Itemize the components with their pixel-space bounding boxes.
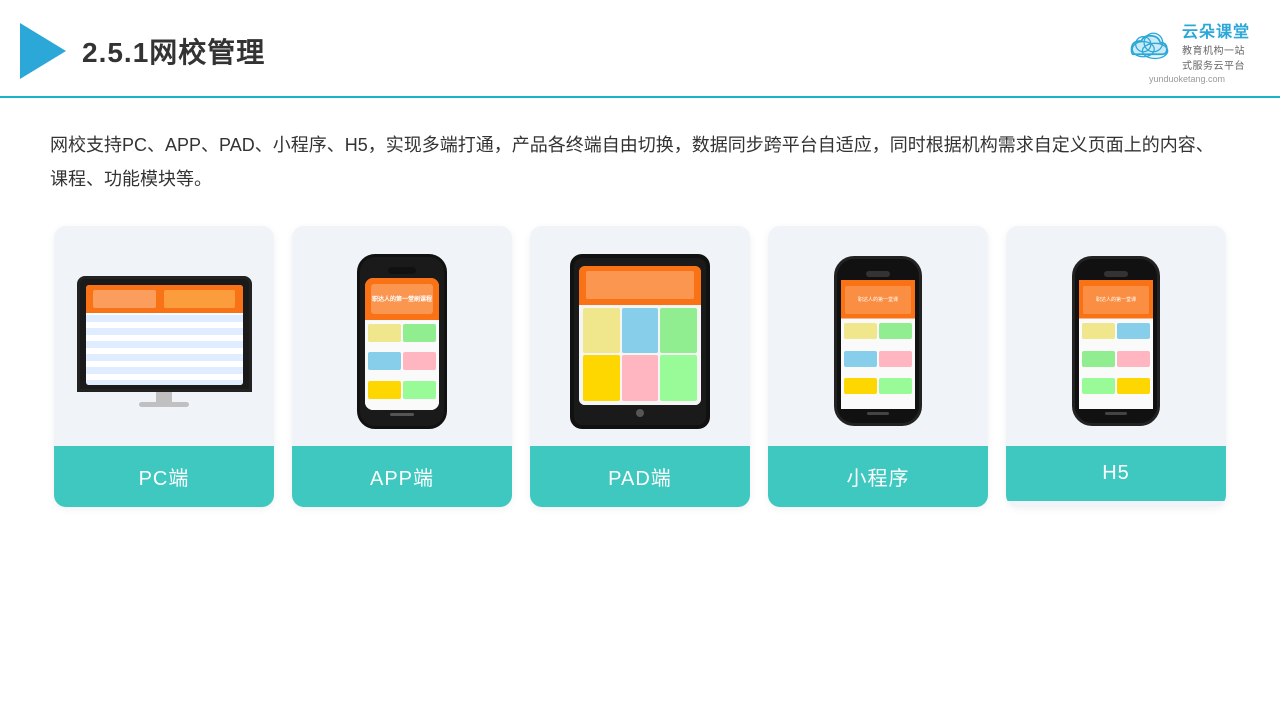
desktop-screen-inner	[86, 285, 243, 385]
description-text: 网校支持PC、APP、PAD、小程序、H5，实现多端打通，产品各终端自由切换，数…	[50, 128, 1230, 196]
desktop-neck	[156, 392, 172, 402]
brand-url: yunduoketang.com	[1149, 74, 1225, 84]
card-pc-label: PC端	[54, 446, 274, 507]
brand-name: 云朵课堂	[1182, 18, 1250, 42]
tablet-home-dot	[636, 409, 644, 417]
card-pc-image	[54, 226, 274, 446]
card-app: 职达人的第一堂刷课程 APP端	[292, 226, 512, 507]
card-h5: 职达人的第一堂课 H5	[1006, 226, 1226, 507]
brand-text-group: 云朵课堂 教育机构一站式服务云平台	[1182, 18, 1250, 72]
app-phone-device-icon: 职达人的第一堂刷课程	[357, 254, 447, 429]
card-pad-image	[530, 226, 750, 446]
desktop-base	[139, 402, 189, 407]
h5-phone-screen: 职达人的第一堂课	[1079, 280, 1153, 409]
card-mini-label: 小程序	[768, 446, 988, 507]
tablet-device-icon	[570, 254, 710, 429]
phone-screen: 职达人的第一堂刷课程	[365, 278, 439, 410]
h5-phone-notch	[1104, 271, 1128, 277]
mini-phone-screen: 职达人的第一堂课	[841, 280, 915, 409]
tablet-screen	[579, 266, 701, 405]
header: 2.5.1网校管理 云朵课堂 教育机构一站式服务	[0, 0, 1280, 98]
device-cards-grid: PC端	[50, 226, 1230, 507]
h5-phone-bar	[1105, 412, 1127, 415]
cloud-icon	[1124, 29, 1176, 61]
h5-phone-icon: 职达人的第一堂课	[1072, 256, 1160, 426]
brand-logo: 云朵课堂 教育机构一站式服务云平台	[1124, 18, 1250, 72]
header-right: 云朵课堂 教育机构一站式服务云平台 yunduoketang.com	[1124, 18, 1250, 84]
card-h5-image: 职达人的第一堂课	[1006, 226, 1226, 446]
desktop-screen-outer	[77, 276, 252, 392]
card-pad: PAD端	[530, 226, 750, 507]
card-app-label: APP端	[292, 446, 512, 507]
card-mini-image: 职达人的第一堂课	[768, 226, 988, 446]
desktop-device-icon	[74, 276, 254, 407]
card-pad-label: PAD端	[530, 446, 750, 507]
phone-home-bar	[390, 413, 414, 416]
mini-program-phone-icon: 职达人的第一堂课	[834, 256, 922, 426]
page-title: 2.5.1网校管理	[82, 31, 265, 71]
card-pc: PC端	[54, 226, 274, 507]
mini-phone-notch	[866, 271, 890, 277]
header-left: 2.5.1网校管理	[20, 23, 265, 79]
card-mini: 职达人的第一堂课 小程序	[768, 226, 988, 507]
main-content: 网校支持PC、APP、PAD、小程序、H5，实现多端打通，产品各终端自由切换，数…	[0, 98, 1280, 527]
card-app-image: 职达人的第一堂刷课程	[292, 226, 512, 446]
card-h5-label: H5	[1006, 446, 1226, 501]
brand-tagline: 教育机构一站式服务云平台	[1182, 42, 1245, 72]
logo-triangle-icon	[20, 23, 66, 79]
phone-notch	[388, 267, 416, 274]
mini-phone-bar	[867, 412, 889, 415]
